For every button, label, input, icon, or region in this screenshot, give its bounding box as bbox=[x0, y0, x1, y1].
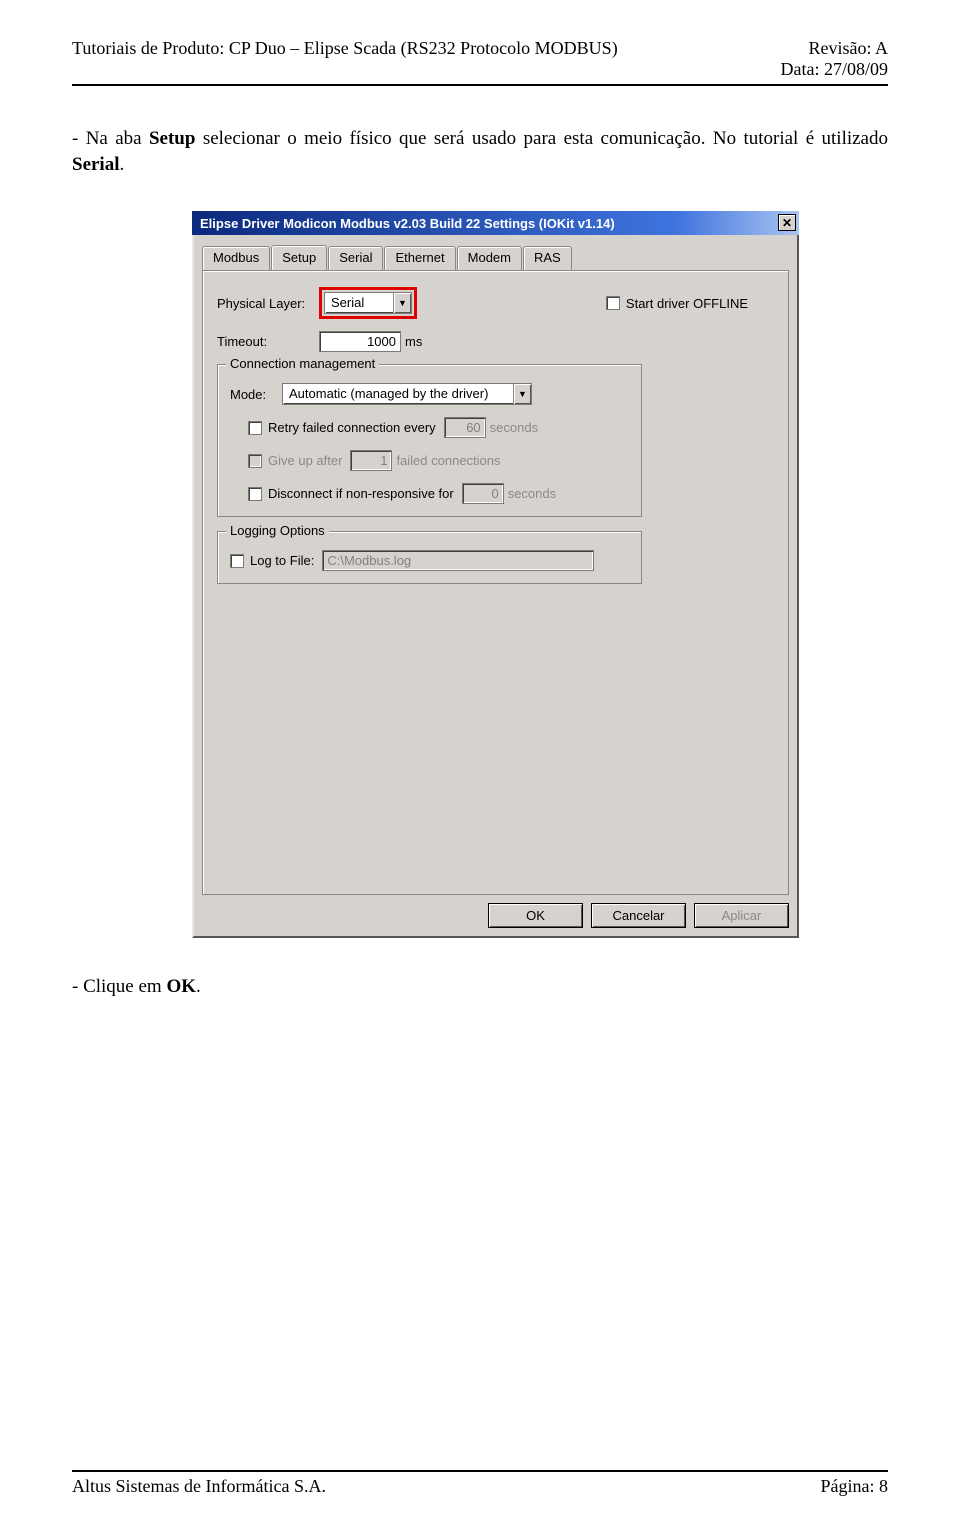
checkbox-box bbox=[230, 554, 244, 568]
text: - Clique em bbox=[72, 976, 166, 997]
bold-setup: Setup bbox=[149, 128, 195, 149]
dialog-title: Elipse Driver Modicon Modbus v2.03 Build… bbox=[200, 216, 615, 231]
logfile-input: C:\Modbus.log bbox=[322, 550, 594, 571]
apply-button: Aplicar bbox=[694, 903, 789, 928]
giveup-label: Give up after bbox=[268, 453, 342, 468]
physical-layer-value: Serial bbox=[325, 293, 393, 313]
logfile-label: Log to File: bbox=[250, 553, 314, 568]
physical-layer-label: Physical Layer: bbox=[217, 296, 319, 311]
body-paragraph-2: - Clique em OK. bbox=[72, 974, 888, 1000]
dialog-titlebar[interactable]: Elipse Driver Modicon Modbus v2.03 Build… bbox=[192, 211, 799, 235]
tab-serial[interactable]: Serial bbox=[328, 246, 383, 271]
dropdown-icon[interactable]: ▼ bbox=[393, 293, 411, 313]
retry-unit: seconds bbox=[490, 420, 538, 435]
disconnect-checkbox[interactable]: Disconnect if non-responsive for bbox=[248, 486, 454, 501]
giveup-input: 1 bbox=[350, 450, 392, 471]
body-paragraph-1: - Na aba Setup selecionar o meio físico … bbox=[72, 126, 888, 177]
dropdown-icon[interactable]: ▼ bbox=[513, 384, 531, 404]
text: . bbox=[196, 976, 201, 997]
logfile-checkbox[interactable]: Log to File: bbox=[230, 553, 314, 568]
cancel-button[interactable]: Cancelar bbox=[591, 903, 686, 928]
mode-label: Mode: bbox=[230, 387, 282, 402]
connection-management-legend: Connection management bbox=[226, 356, 379, 371]
connection-management-group: Connection management Mode: Automatic (m… bbox=[217, 364, 642, 517]
tab-ras[interactable]: RAS bbox=[523, 246, 572, 271]
bold-serial: Serial bbox=[72, 154, 120, 175]
checkbox-box bbox=[248, 421, 262, 435]
timeout-label: Timeout: bbox=[217, 334, 319, 349]
tab-setup[interactable]: Setup bbox=[271, 245, 327, 270]
start-offline-checkbox[interactable]: Start driver OFFLINE bbox=[606, 296, 748, 311]
timeout-input[interactable]: 1000 bbox=[319, 331, 401, 352]
logging-options-legend: Logging Options bbox=[226, 523, 329, 538]
tab-page-setup: Physical Layer: Serial ▼ Start driver OF… bbox=[202, 270, 789, 895]
text: . bbox=[120, 154, 125, 175]
physical-layer-combo[interactable]: Serial ▼ bbox=[324, 292, 412, 314]
close-button[interactable]: ✕ bbox=[778, 214, 796, 231]
footer-page: Página: 8 bbox=[821, 1476, 889, 1497]
checkbox-box bbox=[606, 296, 620, 310]
tab-modbus[interactable]: Modbus bbox=[202, 246, 270, 271]
doc-header-revision: Revisão: A bbox=[781, 38, 888, 59]
doc-header-date: Data: 27/08/09 bbox=[781, 59, 888, 80]
doc-header-left: Tutoriais de Produto: CP Duo – Elipse Sc… bbox=[72, 38, 618, 80]
giveup-unit: failed connections bbox=[396, 453, 500, 468]
retry-checkbox[interactable]: Retry failed connection every bbox=[248, 420, 436, 435]
settings-dialog: Elipse Driver Modicon Modbus v2.03 Build… bbox=[192, 211, 799, 938]
giveup-checkbox: Give up after bbox=[248, 453, 342, 468]
mode-value: Automatic (managed by the driver) bbox=[283, 384, 513, 404]
bold-ok: OK bbox=[166, 976, 196, 997]
tab-ethernet[interactable]: Ethernet bbox=[384, 246, 455, 271]
start-offline-label: Start driver OFFLINE bbox=[626, 296, 748, 311]
retry-label: Retry failed connection every bbox=[268, 420, 436, 435]
footer-divider bbox=[72, 1470, 888, 1472]
footer-company: Altus Sistemas de Informática S.A. bbox=[72, 1476, 326, 1497]
checkbox-box bbox=[248, 487, 262, 501]
close-icon: ✕ bbox=[782, 217, 792, 229]
header-divider bbox=[72, 84, 888, 86]
mode-combo[interactable]: Automatic (managed by the driver) ▼ bbox=[282, 383, 532, 405]
tab-modem[interactable]: Modem bbox=[457, 246, 522, 271]
retry-input: 60 bbox=[444, 417, 486, 438]
timeout-unit: ms bbox=[405, 334, 422, 349]
disconnect-unit: seconds bbox=[508, 486, 556, 501]
highlight-physical-layer: Serial ▼ bbox=[319, 287, 417, 319]
disconnect-input: 0 bbox=[462, 483, 504, 504]
disconnect-label: Disconnect if non-responsive for bbox=[268, 486, 454, 501]
tabstrip: Modbus Setup Serial Ethernet Modem RAS bbox=[202, 245, 789, 270]
text: - Na aba bbox=[72, 128, 149, 149]
text: selecionar o meio físico que será usado … bbox=[195, 128, 888, 149]
ok-button[interactable]: OK bbox=[488, 903, 583, 928]
checkbox-box bbox=[248, 454, 262, 468]
logging-options-group: Logging Options Log to File: C:\Modbus.l… bbox=[217, 531, 642, 584]
